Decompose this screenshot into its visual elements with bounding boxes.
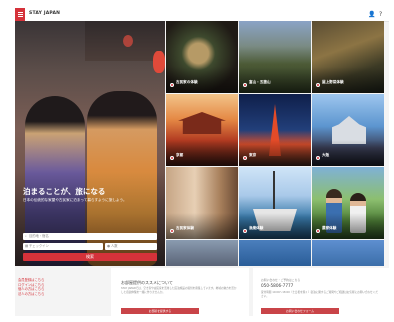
tile-kominka-stay[interactable]: 古民家体験 xyxy=(166,167,238,239)
tile-name: 漁業体験 xyxy=(249,226,264,230)
site-logo[interactable]: STAY JAPAN xyxy=(29,11,60,16)
tile-farm[interactable]: 農家体験 xyxy=(312,167,384,239)
footer-links: 会員登録はこちら ログインはこちら 個人の方はこちら 法人の方はこちら xyxy=(18,278,98,296)
menu-bar-icon xyxy=(17,12,23,13)
hero-subtitle: 日本の伝統的な家屋や古民家に泊まって暮らすように旅しよう。 xyxy=(23,198,127,202)
tile-kyoto[interactable]: 京都 xyxy=(166,94,238,166)
menu-button[interactable] xyxy=(15,8,25,21)
page-frame: STAY JAPAN 👤 ? 泊まることが、旅になる 日本の伝統的な家屋や古民家… xyxy=(15,8,389,316)
guests-select[interactable]: ● 人数 xyxy=(105,243,157,250)
hero-banner: 泊まることが、旅になる 日本の伝統的な家屋や古民家に泊まって暮らすように旅しよう… xyxy=(15,21,165,266)
tile-name: 京都 xyxy=(176,153,184,157)
contact-text: 受付時間 10:00〜18:00（土日祝を除く）宿泊に関するご質問やご相談はお気… xyxy=(261,291,378,298)
host-panel-text: STAY JAPANでは、空き家や古民家を活用した民泊施設の提供を募集しています… xyxy=(121,287,237,294)
tile-row-partial[interactable] xyxy=(166,240,238,266)
tile-row-partial[interactable] xyxy=(239,240,311,266)
menu-bar-icon xyxy=(17,16,23,17)
contact-label: お問い合わせ・ご予約はこちら xyxy=(261,278,301,282)
lantern-icon xyxy=(123,35,133,47)
tile-name: 富山・五箇山 xyxy=(249,80,271,84)
tile-gokayama[interactable]: 富山・五箇山 xyxy=(239,21,311,93)
tile-name: 屋上野菜体験 xyxy=(322,80,344,84)
destination-input[interactable]: ⌕ 目的地・宿名 xyxy=(23,233,157,240)
pin-icon xyxy=(316,156,320,160)
person-icon: ● xyxy=(107,244,111,248)
tile-kominka[interactable]: 古民家の体験 xyxy=(166,21,238,93)
host-panel-title: お部屋提供のススメについて xyxy=(121,280,173,285)
pin-icon xyxy=(170,229,174,233)
temple-shape xyxy=(178,112,226,134)
tile-tokyo[interactable]: 東京 xyxy=(239,94,311,166)
pin-icon xyxy=(170,83,174,87)
mast-shape xyxy=(273,171,275,211)
tile-name: 東京 xyxy=(249,153,257,157)
lantern-icon xyxy=(153,51,165,73)
pin-icon xyxy=(316,83,320,87)
search-icon: ⌕ xyxy=(25,234,27,238)
search-button[interactable]: 検索 xyxy=(23,253,157,261)
contact-number: 050-5806-7777 xyxy=(261,283,294,288)
checkin-input[interactable]: ▦ チェックイン xyxy=(23,243,103,250)
help-icon[interactable]: ? xyxy=(379,11,382,18)
footer-link[interactable]: 法人の方はこちら xyxy=(18,292,98,297)
pin-icon xyxy=(170,156,174,160)
tile-name: 古民家体験 xyxy=(176,226,194,230)
footer: 会員登録はこちら ログインはこちら 個人の方はこちら 法人の方はこちら お部屋提… xyxy=(15,266,389,316)
destination-placeholder: 目的地・宿名 xyxy=(29,234,49,238)
host-button[interactable]: お部屋を提供する xyxy=(121,308,199,314)
hero-title: 泊まることが、旅になる xyxy=(23,187,106,196)
tile-rooftop[interactable]: 屋上野菜体験 xyxy=(312,21,384,93)
menu-bar-icon xyxy=(17,14,23,15)
host-panel: お部屋提供のススメについて STAY JAPANでは、空き家や古民家を活用した民… xyxy=(111,268,249,316)
pin-icon xyxy=(316,229,320,233)
pin-icon xyxy=(243,83,247,87)
contact-button[interactable]: お問い合わせフォーム xyxy=(261,308,339,314)
checkin-placeholder: チェックイン xyxy=(29,244,49,248)
top-header: STAY JAPAN 👤 ? xyxy=(15,8,389,22)
tile-name: 農家体験 xyxy=(322,226,337,230)
tile-fishing[interactable]: 漁業体験 xyxy=(239,167,311,239)
tile-name: 大阪 xyxy=(322,153,330,157)
tile-osaka[interactable]: 大阪 xyxy=(312,94,384,166)
guests-placeholder: 人数 xyxy=(111,244,118,248)
tile-name: 古民家の体験 xyxy=(176,80,198,84)
tile-row-partial[interactable] xyxy=(312,240,384,266)
calendar-icon: ▦ xyxy=(25,244,29,248)
pin-icon xyxy=(243,229,247,233)
person-icon[interactable]: 👤 xyxy=(368,11,375,18)
pin-icon xyxy=(243,156,247,160)
contact-panel: お問い合わせ・ご予約はこちら 050-5806-7777 受付時間 10:00〜… xyxy=(253,268,389,316)
